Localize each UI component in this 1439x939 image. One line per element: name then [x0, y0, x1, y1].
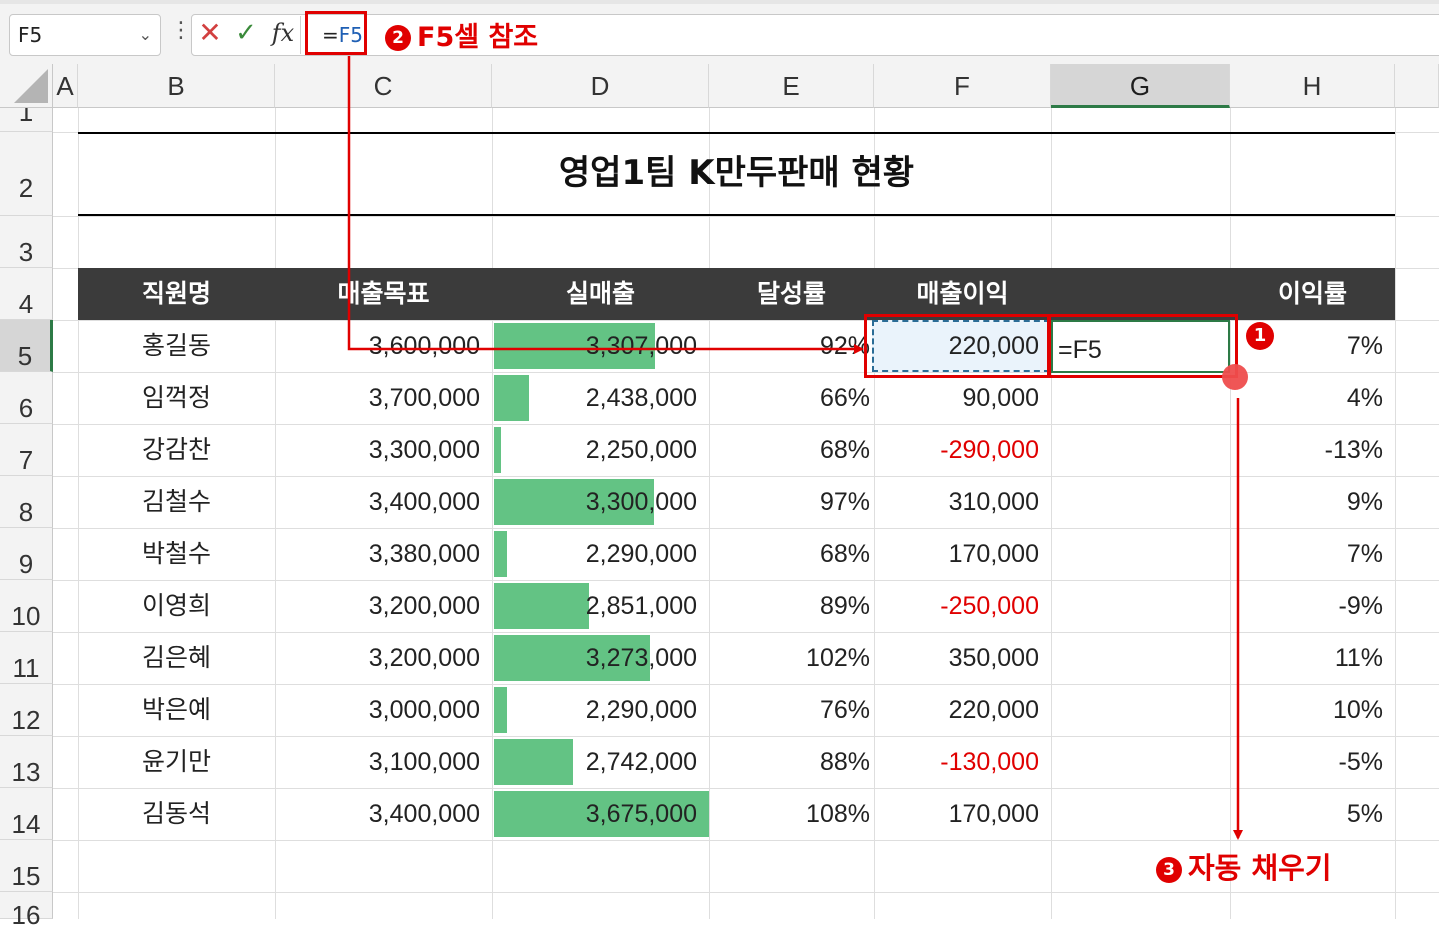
arrow-formula-to-f5: [347, 56, 864, 354]
annotation-step3: 3 자동 채우기: [1156, 848, 1332, 888]
annotation-arrows: [347, 56, 1243, 840]
step3-badge: 3: [1156, 857, 1182, 883]
step3-label: 자동 채우기: [1188, 851, 1332, 885]
